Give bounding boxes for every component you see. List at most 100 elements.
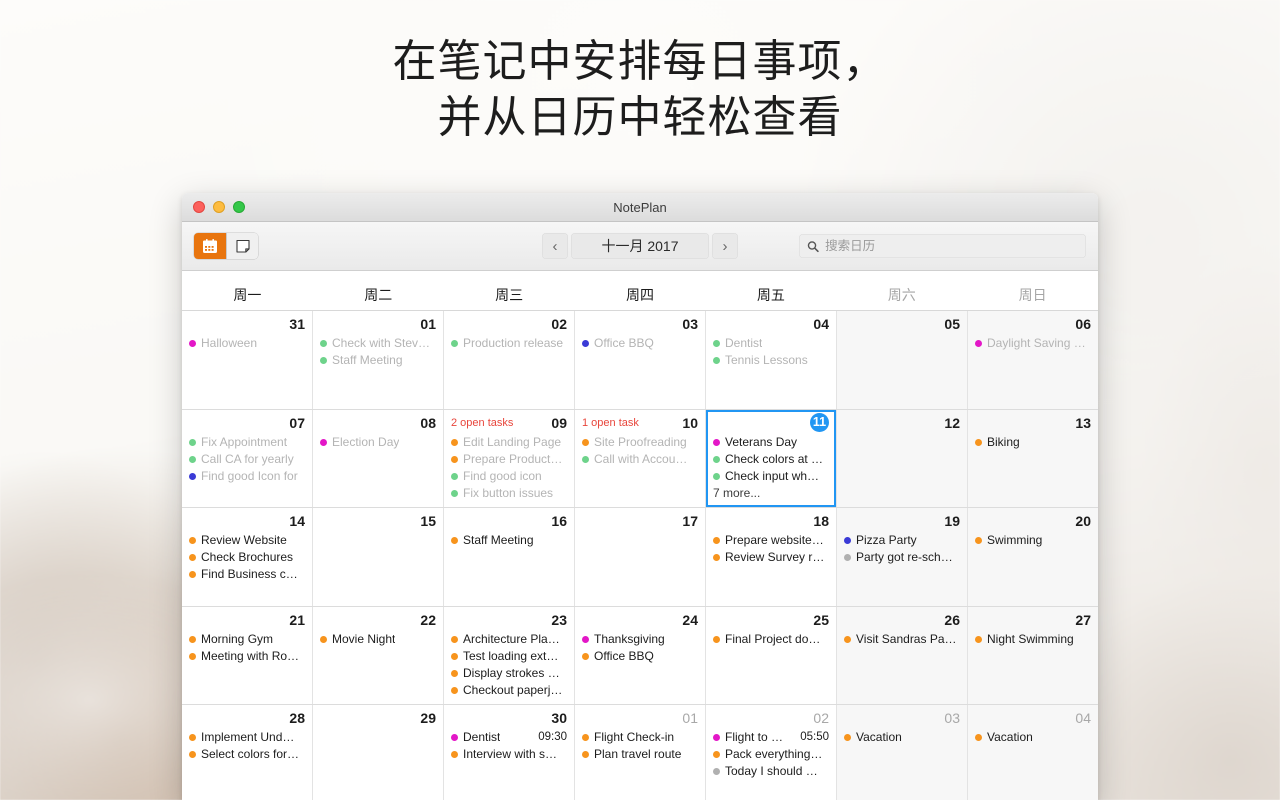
calendar-day-cell[interactable]: 02Production release (444, 311, 575, 409)
calendar-event[interactable]: Prepare website… (713, 532, 829, 549)
calendar-event[interactable]: Morning Gym (189, 631, 305, 648)
event-title: Find Business c… (201, 566, 298, 583)
calendar-event[interactable]: Thanksgiving (582, 631, 698, 648)
calendar-event[interactable]: Find good icon (451, 468, 567, 485)
calendar-day-cell[interactable]: 15 (313, 508, 444, 606)
calendar-event[interactable]: Review Survey r… (713, 549, 829, 566)
calendar-event[interactable]: Pack everything… (713, 746, 829, 763)
calendar-day-cell[interactable]: 03Office BBQ (575, 311, 706, 409)
calendar-day-cell[interactable]: 26Visit Sandras Pa… (837, 607, 968, 705)
calendar-event[interactable]: Flight to Paris05:50 (713, 729, 829, 746)
calendar-day-cell[interactable]: 12 (837, 410, 968, 508)
calendar-day-cell[interactable]: 11Veterans DayCheck colors at …Check inp… (706, 410, 837, 508)
calendar-day-cell[interactable]: 02Flight to Paris05:50Pack everything…To… (706, 705, 837, 800)
calendar-event[interactable]: Architecture Pla… (451, 631, 567, 648)
calendar-event[interactable]: Interview with s… (451, 746, 567, 763)
note-view-button[interactable] (226, 233, 258, 259)
calendar-day-cell[interactable]: 2 open tasks09Edit Landing PagePrepare P… (444, 410, 575, 508)
calendar-day-cell[interactable]: 1 open task10Site ProofreadingCall with … (575, 410, 706, 508)
calendar-event[interactable]: Select colors for… (189, 746, 305, 763)
current-month-label[interactable]: 十一月 2017 (571, 233, 709, 259)
calendar-event[interactable]: Find Business c… (189, 566, 305, 583)
calendar-event[interactable]: Tennis Lessons (713, 352, 829, 369)
calendar-event[interactable]: Dentist (713, 335, 829, 352)
calendar-event[interactable]: Office BBQ (582, 335, 698, 352)
calendar-day-cell[interactable]: 24ThanksgivingOffice BBQ (575, 607, 706, 705)
calendar-event[interactable]: Review Website (189, 532, 305, 549)
more-events-link[interactable]: 7 more... (713, 485, 829, 502)
calendar-view-button[interactable] (194, 233, 226, 259)
calendar-event[interactable]: Site Proofreading (582, 434, 698, 451)
calendar-event[interactable]: Biking (975, 434, 1091, 451)
calendar-event[interactable]: Veterans Day (713, 434, 829, 451)
calendar-event[interactable]: Today I should … (713, 763, 829, 780)
calendar-event[interactable]: Dentist09:30 (451, 729, 567, 746)
calendar-day-cell[interactable]: 16Staff Meeting (444, 508, 575, 606)
calendar-event[interactable]: Production release (451, 335, 567, 352)
search-field[interactable] (799, 234, 1086, 258)
calendar-day-cell[interactable]: 30Dentist09:30Interview with s… (444, 705, 575, 800)
calendar-event[interactable]: Check Brochures (189, 549, 305, 566)
previous-month-button[interactable]: ‹ (542, 233, 568, 259)
calendar-event[interactable]: Meeting with Ro… (189, 648, 305, 665)
calendar-event[interactable]: Party got re-sch… (844, 549, 960, 566)
calendar-event[interactable]: Final Project do… (713, 631, 829, 648)
calendar-day-cell[interactable]: 20Swimming (968, 508, 1098, 606)
calendar-day-cell[interactable]: 22Movie Night (313, 607, 444, 705)
calendar-event[interactable]: Check with Stev… (320, 335, 436, 352)
calendar-event[interactable]: Vacation (844, 729, 960, 746)
calendar-event[interactable]: Fix Appointment (189, 434, 305, 451)
calendar-day-cell[interactable]: 14Review WebsiteCheck BrochuresFind Busi… (182, 508, 313, 606)
calendar-day-cell[interactable]: 27Night Swimming (968, 607, 1098, 705)
calendar-event[interactable]: Staff Meeting (320, 352, 436, 369)
calendar-day-cell[interactable]: 05 (837, 311, 968, 409)
calendar-event[interactable]: Halloween (189, 335, 305, 352)
calendar-event[interactable]: Prepare Product… (451, 451, 567, 468)
calendar-event[interactable]: Movie Night (320, 631, 436, 648)
calendar-event[interactable]: Call with Accou… (582, 451, 698, 468)
calendar-day-cell[interactable]: 01Check with Stev…Staff Meeting (313, 311, 444, 409)
calendar-event[interactable]: Checkout paperj… (451, 682, 567, 699)
calendar-day-cell[interactable]: 19Pizza PartyParty got re-sch… (837, 508, 968, 606)
calendar-event[interactable]: Night Swimming (975, 631, 1091, 648)
calendar-event[interactable]: Pizza Party (844, 532, 960, 549)
calendar-event[interactable]: Test loading ext… (451, 648, 567, 665)
calendar-event[interactable]: Flight Check-in (582, 729, 698, 746)
calendar-event[interactable]: Staff Meeting (451, 532, 567, 549)
calendar-event[interactable]: Daylight Saving … (975, 335, 1091, 352)
calendar-event[interactable]: Check colors at … (713, 451, 829, 468)
calendar-day-cell[interactable]: 31Halloween (182, 311, 313, 409)
calendar-day-cell[interactable]: 23Architecture Pla…Test loading ext…Disp… (444, 607, 575, 705)
calendar-day-cell[interactable]: 08Election Day (313, 410, 444, 508)
calendar-day-cell[interactable]: 01Flight Check-inPlan travel route (575, 705, 706, 800)
calendar-event[interactable]: Plan travel route (582, 746, 698, 763)
calendar-event[interactable]: Find good Icon for (189, 468, 305, 485)
month-navigation: ‹ 十一月 2017 › (542, 233, 738, 259)
calendar-day-cell[interactable]: 06Daylight Saving … (968, 311, 1098, 409)
event-color-dot (451, 734, 458, 741)
calendar-day-cell[interactable]: 04Vacation (968, 705, 1098, 800)
calendar-event[interactable]: Office BBQ (582, 648, 698, 665)
calendar-day-cell[interactable]: 29 (313, 705, 444, 800)
calendar-event[interactable]: Vacation (975, 729, 1091, 746)
search-input[interactable] (825, 239, 1078, 253)
calendar-day-cell[interactable]: 21Morning GymMeeting with Ro… (182, 607, 313, 705)
calendar-day-cell[interactable]: 25Final Project do… (706, 607, 837, 705)
calendar-day-cell[interactable]: 28Implement Und…Select colors for… (182, 705, 313, 800)
calendar-event[interactable]: Election Day (320, 434, 436, 451)
calendar-event[interactable]: Fix button issues (451, 485, 567, 502)
calendar-day-cell[interactable]: 13Biking (968, 410, 1098, 508)
calendar-event[interactable]: Visit Sandras Pa… (844, 631, 960, 648)
calendar-event[interactable]: Call CA for yearly (189, 451, 305, 468)
next-month-button[interactable]: › (712, 233, 738, 259)
calendar-event[interactable]: Edit Landing Page (451, 434, 567, 451)
calendar-day-cell[interactable]: 17 (575, 508, 706, 606)
calendar-event[interactable]: Display strokes … (451, 665, 567, 682)
calendar-event[interactable]: Swimming (975, 532, 1091, 549)
calendar-day-cell[interactable]: 04DentistTennis Lessons (706, 311, 837, 409)
calendar-day-cell[interactable]: 03Vacation (837, 705, 968, 800)
calendar-event[interactable]: Implement Und… (189, 729, 305, 746)
calendar-day-cell[interactable]: 18Prepare website…Review Survey r… (706, 508, 837, 606)
calendar-day-cell[interactable]: 07Fix AppointmentCall CA for yearlyFind … (182, 410, 313, 508)
calendar-event[interactable]: Check input wh… (713, 468, 829, 485)
